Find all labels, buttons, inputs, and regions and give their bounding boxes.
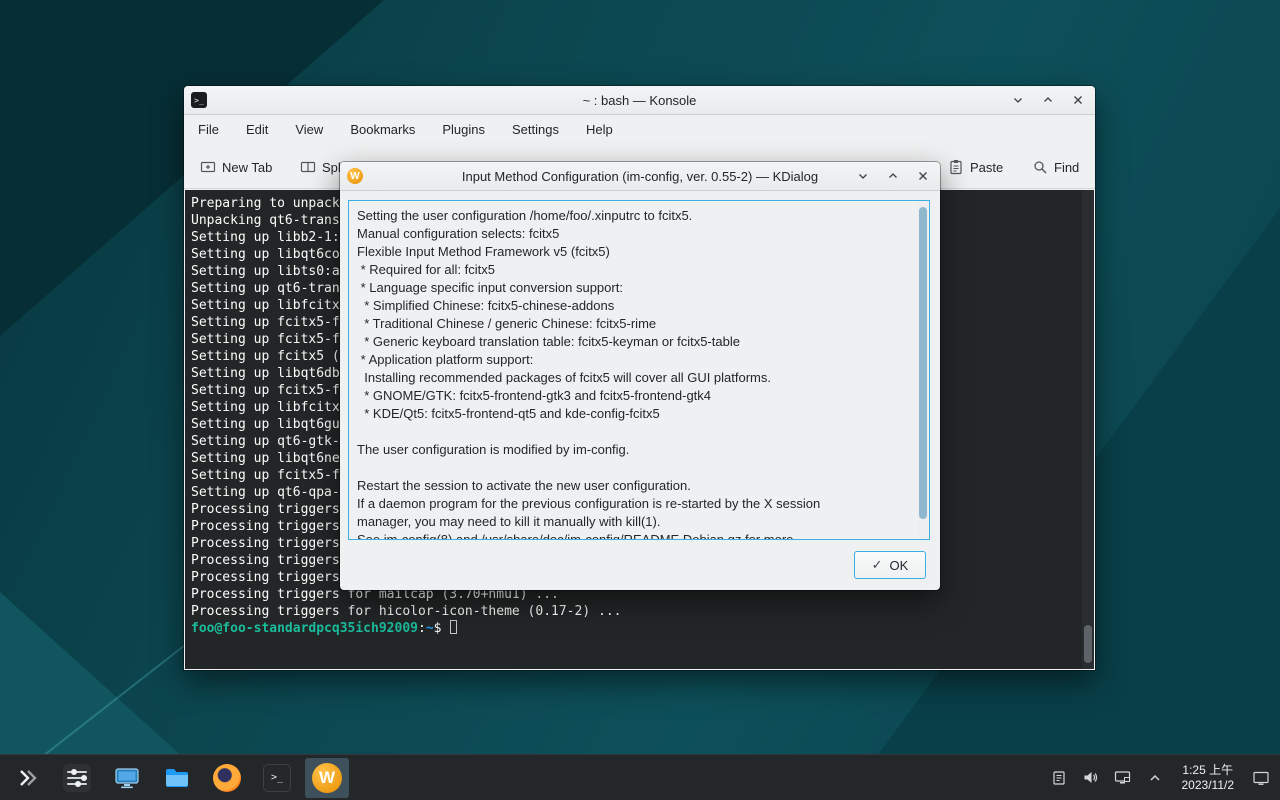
paste-icon xyxy=(948,159,964,175)
terminal-cursor xyxy=(450,620,457,634)
dialog-message-line: Flexible Input Method Framework v5 (fcit… xyxy=(357,243,913,261)
kickoff-icon xyxy=(15,766,39,790)
im-config-app-icon: W xyxy=(347,168,363,184)
menu-item[interactable]: File xyxy=(198,122,219,137)
terminal-scrollbar-thumb[interactable] xyxy=(1084,625,1092,663)
prompt-user-host: foo@foo-standardpcq35ich92009 xyxy=(191,621,418,636)
dialog-titlebar[interactable]: W Input Method Configuration (im-config,… xyxy=(340,162,940,191)
taskbar-item-konsole[interactable]: >_ xyxy=(255,758,299,798)
display-settings-icon[interactable] xyxy=(1114,769,1132,787)
menu-item[interactable]: Bookmarks xyxy=(350,122,415,137)
dialog-scrollbar[interactable] xyxy=(918,202,928,538)
show-desktop-icon[interactable] xyxy=(1252,769,1270,787)
close-icon[interactable] xyxy=(1069,91,1087,109)
dialog-scrollbar-thumb[interactable] xyxy=(919,207,927,519)
menu-item[interactable]: Help xyxy=(586,122,613,137)
digital-clock[interactable]: 1:25 上午 2023/11/2 xyxy=(1178,763,1239,793)
find-button[interactable]: Find xyxy=(1028,152,1083,182)
menu-item[interactable]: Plugins xyxy=(442,122,485,137)
sliders-icon xyxy=(63,764,91,792)
prompt-path: ~ xyxy=(426,621,434,636)
taskbar-item-kdialog-active[interactable]: W xyxy=(305,758,349,798)
taskbar-item-firefox[interactable] xyxy=(205,758,249,798)
taskbar-item-file-manager[interactable] xyxy=(155,758,199,798)
maximize-icon[interactable] xyxy=(1039,91,1057,109)
dialog-message-line: * Language specific input conversion sup… xyxy=(357,279,913,297)
firefox-icon xyxy=(213,764,241,792)
konsole-icon: >_ xyxy=(263,764,291,792)
menu-item[interactable]: View xyxy=(295,122,323,137)
dialog-message-line: Installing recommended packages of fcitx… xyxy=(357,369,913,387)
taskbar: >_ W 1:25 上午 2023/11/2 xyxy=(0,754,1280,800)
volume-icon[interactable] xyxy=(1082,769,1100,787)
dialog-message: Setting the user configuration /home/foo… xyxy=(357,207,913,540)
terminal-prompt-line: foo@foo-standardpcq35ich92009:~$ xyxy=(191,620,1078,637)
dialog-message-line: * Simplified Chinese: fcitx5-chinese-add… xyxy=(357,297,913,315)
menu-item[interactable]: Settings xyxy=(512,122,559,137)
close-icon[interactable] xyxy=(914,167,932,185)
taskbar-item-mixer[interactable] xyxy=(55,758,99,798)
new-tab-icon xyxy=(200,159,216,175)
app-launcher-button[interactable] xyxy=(5,758,49,798)
clipboard-tray-icon[interactable] xyxy=(1050,769,1068,787)
konsole-menubar: File Edit View Bookmarks Plugins Settings Help xyxy=(184,115,1095,144)
konsole-app-icon: >_ xyxy=(191,92,207,108)
split-view-icon xyxy=(300,159,316,175)
ok-button-label: OK xyxy=(890,558,909,573)
dialog-window-title: Input Method Configuration (im-config, v… xyxy=(340,169,940,184)
new-tab-label: New Tab xyxy=(222,160,272,175)
dialog-message-line xyxy=(357,423,913,441)
minimize-icon[interactable] xyxy=(854,167,872,185)
dialog-message-line: * Traditional Chinese / generic Chinese:… xyxy=(357,315,913,333)
dialog-message-line: * Generic keyboard translation table: fc… xyxy=(357,333,913,351)
dialog-message-line: manager, you may need to kill it manuall… xyxy=(357,513,913,531)
maximize-icon[interactable] xyxy=(884,167,902,185)
clock-date: 2023/11/2 xyxy=(1182,778,1235,793)
find-label: Find xyxy=(1054,160,1079,175)
dialog-message-line: Setting the user configuration /home/foo… xyxy=(357,207,913,225)
clock-time: 1:25 上午 xyxy=(1182,763,1235,778)
system-tray: 1:25 上午 2023/11/2 xyxy=(1050,755,1280,800)
dialog-message-line: * KDE/Qt5: fcitx5-frontend-qt5 and kde-c… xyxy=(357,405,913,423)
new-tab-button[interactable]: New Tab xyxy=(196,152,276,182)
terminal-scrollbar[interactable] xyxy=(1082,190,1094,669)
konsole-titlebar[interactable]: >_ ~ : bash — Konsole xyxy=(184,86,1095,115)
dialog-text-area[interactable]: Setting the user configuration /home/foo… xyxy=(348,200,930,540)
dialog-message-line: See im-config(8) and /usr/share/doc/im-c… xyxy=(357,531,913,540)
dialog-message-line: Manual configuration selects: fcitx5 xyxy=(357,225,913,243)
konsole-window-title: ~ : bash — Konsole xyxy=(184,93,1095,108)
check-icon: ✓ xyxy=(872,557,883,573)
folder-icon xyxy=(163,764,191,792)
minimize-icon[interactable] xyxy=(1009,91,1027,109)
im-config-icon: W xyxy=(312,763,342,793)
dialog-message-line: * Required for all: fcitx5 xyxy=(357,261,913,279)
search-icon xyxy=(1032,159,1048,175)
tray-expander-chevron-up-icon[interactable] xyxy=(1146,769,1164,787)
dialog-message-line: Restart the session to activate the new … xyxy=(357,477,913,495)
paste-button[interactable]: Paste xyxy=(944,152,1007,182)
dialog-message-line: * GNOME/GTK: fcitx5-frontend-gtk3 and fc… xyxy=(357,387,913,405)
menu-item[interactable]: Edit xyxy=(246,122,268,137)
paste-label: Paste xyxy=(970,160,1003,175)
dialog-message-line: The user configuration is modified by im… xyxy=(357,441,913,459)
dialog-message-line: If a daemon program for the previous con… xyxy=(357,495,913,513)
ok-button[interactable]: ✓ OK xyxy=(854,551,926,579)
monitor-app-icon xyxy=(113,764,141,792)
terminal-line: Processing triggers for hicolor-icon-the… xyxy=(191,603,1078,620)
taskbar-item-software[interactable] xyxy=(105,758,149,798)
dialog-message-line: * Application platform support: xyxy=(357,351,913,369)
dialog-message-line xyxy=(357,459,913,477)
im-config-dialog: W Input Method Configuration (im-config,… xyxy=(340,162,940,590)
